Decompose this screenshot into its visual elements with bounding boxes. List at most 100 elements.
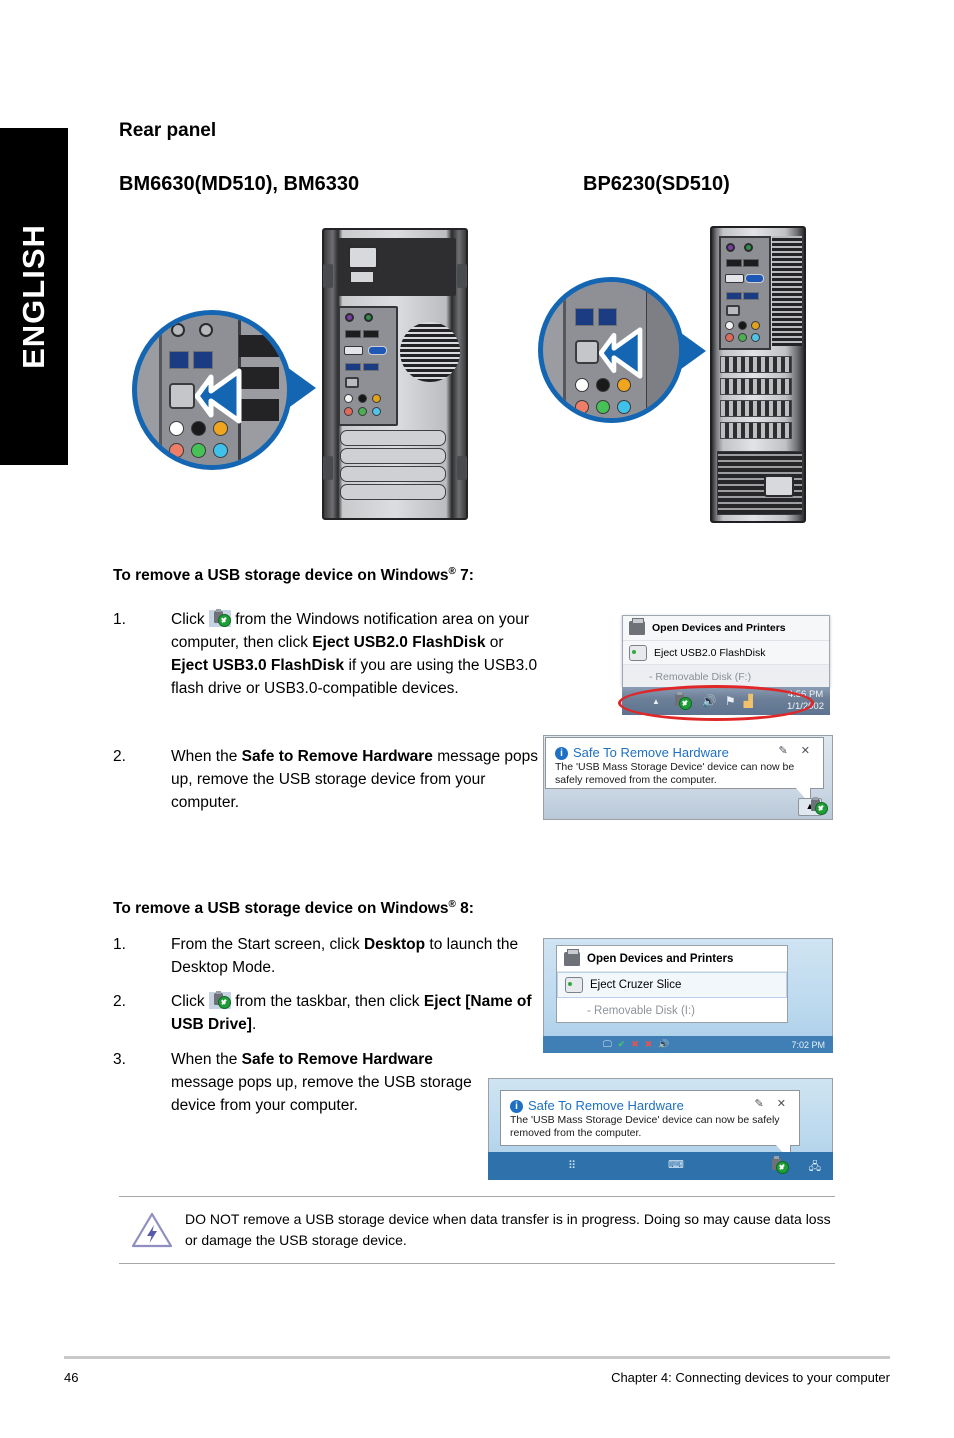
- power-socket-icon: [348, 246, 378, 269]
- safely-remove-icon[interactable]: ✔: [618, 1039, 626, 1050]
- model-heading-right: BP6230(SD510): [583, 173, 730, 195]
- error-badge-icon[interactable]: ✖: [645, 1039, 653, 1050]
- balloon-body: The 'USB Mass Storage Device' device can…: [555, 761, 795, 786]
- magnifier-circle: [132, 310, 292, 470]
- expansion-slot-covers: [340, 430, 446, 506]
- power-socket-icon: [764, 475, 794, 497]
- chassis-bracket: [323, 264, 333, 288]
- drive-icon: [565, 977, 583, 993]
- win8-safe-to-remove-screenshot: i Safe To Remove Hardware The 'USB Mass S…: [488, 1078, 833, 1180]
- printer-icon: [564, 948, 580, 966]
- usb2-port-icon: [345, 330, 361, 338]
- network-flag-icon[interactable]: ⚑: [725, 694, 736, 708]
- audio-jack-icon: [372, 394, 381, 403]
- warning-triangle-icon: [131, 1212, 173, 1248]
- audio-jack-icon: [738, 333, 747, 342]
- network-icon[interactable]: 🖧: [809, 1158, 821, 1177]
- balloon-controls[interactable]: ✎ ✕: [755, 1097, 792, 1110]
- eject-usb-label: Eject USB2.0 FlashDisk: [654, 646, 766, 659]
- zoom-audio-jack-icon: [575, 378, 589, 392]
- note-text: DO NOT remove a USB storage device when …: [185, 1211, 831, 1248]
- taskbar-safely-remove-icon[interactable]: [806, 797, 828, 817]
- zoom-audio-jack-icon: [596, 378, 610, 392]
- ps2-mouse-port-icon: [744, 243, 753, 252]
- ps2-mouse-port-icon: [364, 313, 373, 322]
- keyboard-icon[interactable]: ⌨: [668, 1158, 684, 1171]
- balloon-controls[interactable]: ✎ ✕: [779, 744, 816, 757]
- page-title: Rear panel: [119, 120, 217, 141]
- win8-balloon: i Safe To Remove Hardware The 'USB Mass S…: [500, 1090, 800, 1146]
- lan-pointer-chevron-icon: [195, 368, 242, 424]
- lan-port-icon: [345, 377, 359, 388]
- taskbar-clock[interactable]: 4:56 PM 1/1/2002: [787, 689, 824, 713]
- dvi-port-icon: [725, 274, 744, 283]
- apps-grid-icon[interactable]: ⠿: [568, 1159, 576, 1172]
- zoom-audio-jack-icon: [617, 378, 631, 392]
- rear-panel-figures: [0, 215, 954, 540]
- safely-remove-icon[interactable]: [767, 1156, 789, 1176]
- zoom-audio-jack-icon: [596, 400, 610, 414]
- audio-jack-icon: [358, 394, 367, 403]
- info-icon: i: [510, 1100, 523, 1113]
- chassis-fan-vent: [400, 322, 460, 382]
- step-text: Click from the Windows notification area…: [171, 609, 538, 697]
- step-number: 3.: [113, 1051, 126, 1068]
- audio-jack-icon: [751, 321, 760, 330]
- open-devices-and-printers-item[interactable]: Open Devices and Printers: [557, 946, 787, 972]
- eject-usb-item[interactable]: Eject Cruzer Slice: [557, 972, 787, 998]
- win7-taskbar[interactable]: ▲ 🔊 ⚑ ▟ 4:56 PM 1/1/2002: [622, 687, 830, 715]
- page-number: 46: [64, 1370, 79, 1385]
- audio-jack-icon: [358, 407, 367, 416]
- balloon-body: The 'USB Mass Storage Device' device can…: [510, 1114, 780, 1139]
- zoom-audio-jack-icon: [213, 443, 228, 458]
- usb3-port-icon: [345, 363, 361, 371]
- usb2-port-icon: [743, 259, 759, 267]
- step-number: 2.: [113, 993, 126, 1010]
- open-devices-and-printers-label: Open Devices and Printers: [587, 952, 734, 965]
- warning-note: DO NOT remove a USB storage device when …: [119, 1196, 835, 1264]
- action-center-icon[interactable]: ▟: [744, 694, 753, 708]
- win7-notification-screenshot: Open Devices and Printers Eject USB2.0 F…: [618, 615, 830, 721]
- win8-step-2: 2. Click from the taskbar, then click Ej…: [113, 990, 533, 1036]
- taskbar-clock[interactable]: 7:02 PM: [791, 1040, 825, 1050]
- warning-icon-wrap: [119, 1209, 185, 1251]
- chassis-bracket: [457, 264, 467, 288]
- eject-usb-item[interactable]: Eject USB2.0 FlashDisk: [623, 641, 829, 665]
- win7-safe-to-remove-screenshot: i Safe To Remove Hardware The 'USB Mass S…: [543, 735, 833, 820]
- error-badge-icon[interactable]: ✖: [631, 1039, 639, 1050]
- zoom-audio-jack-icon: [169, 443, 184, 458]
- win8-taskbar[interactable]: ⠿ ⌨ 🖧: [488, 1152, 833, 1180]
- win8-step-3: 3. When the Safe to Remove Hardware mess…: [113, 1048, 473, 1117]
- win8-taskbar[interactable]: 🖵 ✔ ✖ ✖ 🔊 7:02 PM: [543, 1036, 833, 1053]
- volume-icon[interactable]: 🔊: [658, 1039, 669, 1050]
- open-devices-and-printers-item[interactable]: Open Devices and Printers: [623, 616, 829, 641]
- balloon-title-row: i Safe To Remove Hardware: [510, 1098, 790, 1113]
- zoom-audio-jack-icon: [617, 400, 631, 414]
- note-bottom-rule: [119, 1263, 835, 1264]
- usb3-port-icon: [726, 292, 742, 300]
- win8-step-1: 1. From the Start screen, click Desktop …: [113, 933, 533, 979]
- footer-chapter-label: Chapter 4: Connecting devices to your co…: [611, 1370, 890, 1385]
- registered-mark: ®: [448, 566, 456, 577]
- ps2-keyboard-port-icon: [345, 313, 354, 322]
- zoom-audio-jack-icon: [575, 400, 589, 414]
- show-hidden-icons-chevron-icon[interactable]: ▲: [652, 697, 660, 706]
- audio-jack-icon: [344, 394, 353, 403]
- sff-rear-panel-callout: [538, 277, 723, 432]
- win8-title-prefix: To remove a USB storage device on Window…: [113, 900, 449, 918]
- audio-jack-icon: [372, 407, 381, 416]
- footer-divider: [64, 1356, 890, 1359]
- removable-disk-label: - Removable Disk (I:): [587, 1005, 695, 1017]
- usb2-port-icon: [363, 330, 379, 338]
- taskbar-safely-remove-icon[interactable]: [670, 691, 692, 710]
- screen-icon[interactable]: 🖵: [603, 1039, 612, 1050]
- registered-mark: ®: [448, 899, 456, 910]
- win8-title-suffix: 8:: [455, 900, 474, 918]
- zoom-audio-jack-icon: [169, 421, 184, 436]
- volume-icon[interactable]: 🔊: [702, 694, 717, 708]
- magnifier-circle: [538, 277, 684, 423]
- tower-io-panel: [338, 306, 398, 426]
- ps2-keyboard-port-icon: [726, 243, 735, 252]
- info-icon: i: [555, 747, 568, 760]
- zoom-audio-jack-icon: [191, 443, 206, 458]
